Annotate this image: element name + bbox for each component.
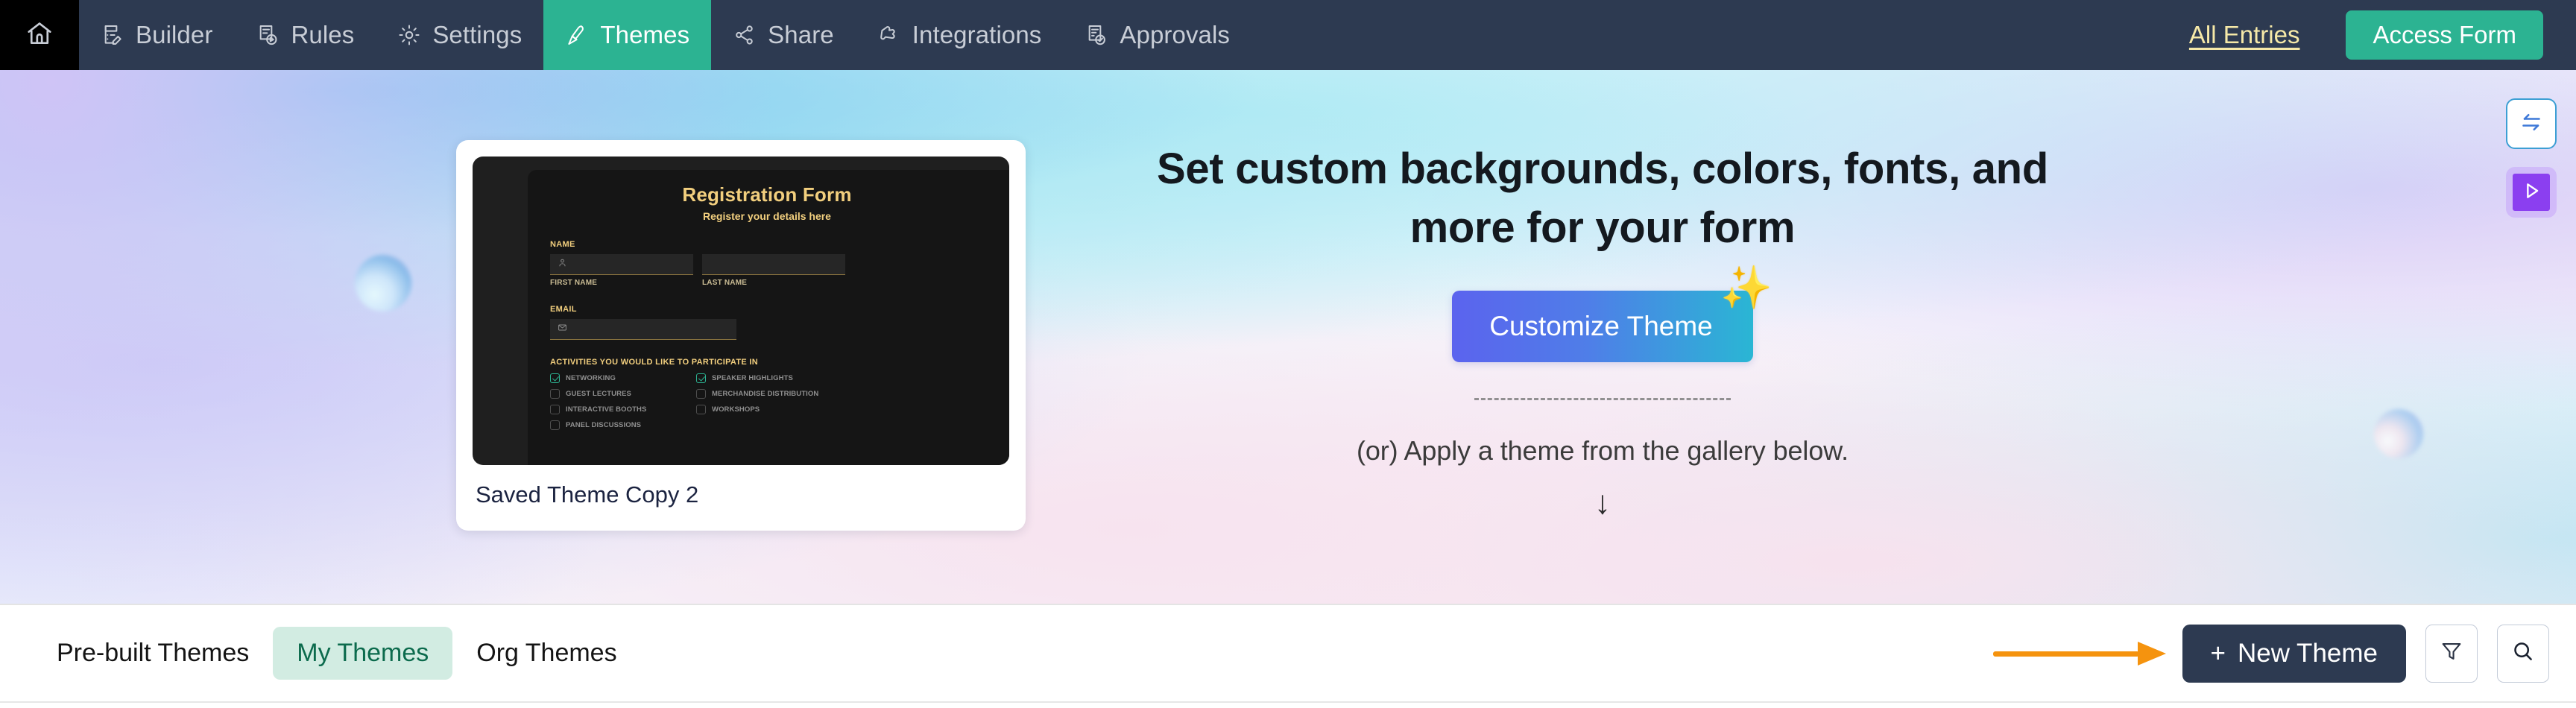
plus-icon: + [2210,638,2226,668]
checkbox-icon [696,389,706,399]
preview-checkbox-item: SPEAKER HIGHLIGHTS [696,373,835,383]
preview-email-label: EMAIL [550,305,577,314]
hero-content-column: Set custom backgrounds, colors, fonts, a… [1081,140,2124,519]
checkbox-icon [696,405,706,414]
checkbox-icon [550,405,560,414]
preview-last-name-field [702,254,845,275]
nav-label-builder: Builder [136,21,213,48]
nav-label-share: Share [768,21,834,48]
swap-layout-button[interactable] [2506,98,2557,149]
customize-theme-label: Customize Theme [1489,310,1713,341]
preview-checkbox-item: INTERACTIVE BOOTHS [550,405,689,414]
envelope-icon [558,323,567,336]
form-builder-icon [101,23,124,47]
tab-my-themes[interactable]: My Themes [273,627,453,680]
annotation-arrow [1992,641,2166,666]
preview-activities-grid: NETWORKING SPEAKER HIGHLIGHTS GUEST LECT… [550,373,984,430]
checkbox-label: INTERACTIVE BOOTHS [566,405,647,414]
nav-label-settings: Settings [432,21,523,48]
checkbox-label: MERCHANDISE DISTRIBUTION [712,390,819,398]
gallery-hint-text: (or) Apply a theme from the gallery belo… [1356,434,1849,466]
rules-play-icon [256,23,280,47]
preview-checkbox-item: GUEST LECTURES [550,389,689,399]
theme-preview-form: Registration Form Register your details … [528,170,1009,465]
checkbox-icon [550,420,560,430]
checkbox-label: SPEAKER HIGHLIGHTS [712,374,793,382]
theme-preview-thumbnail: Registration Form Register your details … [473,157,1009,465]
filter-icon [2439,639,2464,668]
preview-last-name-caption: LAST NAME [702,279,748,287]
checkbox-label: NETWORKING [566,374,616,382]
gear-icon [397,23,421,47]
nav-item-builder[interactable]: Builder [79,0,234,70]
checkbox-label: WORKSHOPS [712,405,760,414]
preview-name-captions: FIRST NAME LAST NAME [550,279,984,287]
nav-item-approvals[interactable]: Approvals [1063,0,1251,70]
dashed-divider [1474,397,1731,400]
approval-doc-icon [1085,23,1108,47]
play-icon [2519,179,2543,206]
checkbox-label: GUEST LECTURES [566,390,631,398]
preview-checkbox-item: PANEL DISCUSSIONS [550,420,689,430]
nav-item-rules[interactable]: Rules [234,0,376,70]
preview-play-button[interactable] [2506,167,2557,218]
preview-first-name-field [550,254,693,275]
annotation-arrow-shaft [1992,651,2139,657]
preview-checkbox-item: NETWORKING [550,373,689,383]
preview-email-field [550,319,736,340]
preview-checkbox-item: WORKSHOPS [696,405,835,414]
search-icon [2510,639,2536,668]
theme-card-title: Saved Theme Copy 2 [476,481,699,508]
nav-item-themes[interactable]: Themes [543,0,712,70]
decorative-orb [355,255,411,312]
nav-label-themes: Themes [600,21,690,48]
swap-icon [2518,109,2545,139]
annotation-arrow-head [2137,641,2166,666]
down-arrow-icon: ↓ [1594,484,1611,521]
preview-form-subtitle: Register your details here [703,210,831,222]
preview-first-name-caption: FIRST NAME [550,279,598,287]
preview-form-title: Registration Form [682,183,852,206]
user-icon [558,258,567,271]
nav-item-share[interactable]: Share [711,0,856,70]
nav-item-settings[interactable]: Settings [376,0,543,70]
tab-org-themes[interactable]: Org Themes [452,627,640,680]
decorative-orb [2374,409,2423,458]
checkbox-icon [550,373,560,383]
brush-icon [565,23,589,47]
nav-label-approvals: Approvals [1120,21,1231,48]
customize-theme-button[interactable]: Customize Theme [1452,290,1753,362]
checkbox-icon [696,373,706,383]
page-bottom-strip [0,703,2576,708]
tab-pre-built-themes[interactable]: Pre-built Themes [33,627,273,680]
filter-button[interactable] [2425,624,2478,683]
home-icon [25,19,54,51]
new-theme-label: New Theme [2237,638,2378,668]
share-nodes-icon [733,23,757,47]
checkbox-icon [550,389,560,399]
access-form-button[interactable]: Access Form [2346,10,2543,60]
preview-activities-label: ACTIVITIES YOU WOULD LIKE TO PARTICIPATE… [550,358,758,367]
nav-label-rules: Rules [291,21,355,48]
theme-gallery-toolbar: Pre-built Themes My Themes Org Themes + … [0,604,2576,703]
checkbox-label: PANEL DISCUSSIONS [566,421,642,429]
home-button[interactable] [0,0,79,70]
saved-theme-card[interactable]: Registration Form Register your details … [456,140,1026,531]
new-theme-button[interactable]: + New Theme [2182,624,2406,683]
all-entries-link[interactable]: All Entries [2189,21,2300,49]
nav-label-integrations: Integrations [912,21,1042,48]
search-button[interactable] [2497,624,2549,683]
page-title: Set custom backgrounds, colors, fonts, a… [1157,145,2048,252]
preview-name-label: NAME [550,240,575,249]
preview-checkbox-item: MERCHANDISE DISTRIBUTION [696,389,835,399]
nav-item-integrations[interactable]: Integrations [856,0,1064,70]
preview-name-row [550,254,984,275]
preview-email-row [550,319,984,340]
puzzle-icon [877,23,901,47]
top-navigation-bar: Builder Rules Settings Themes Share Inte… [0,0,2576,70]
customize-theme-wrapper: Customize Theme ✨ [1452,266,1772,362]
